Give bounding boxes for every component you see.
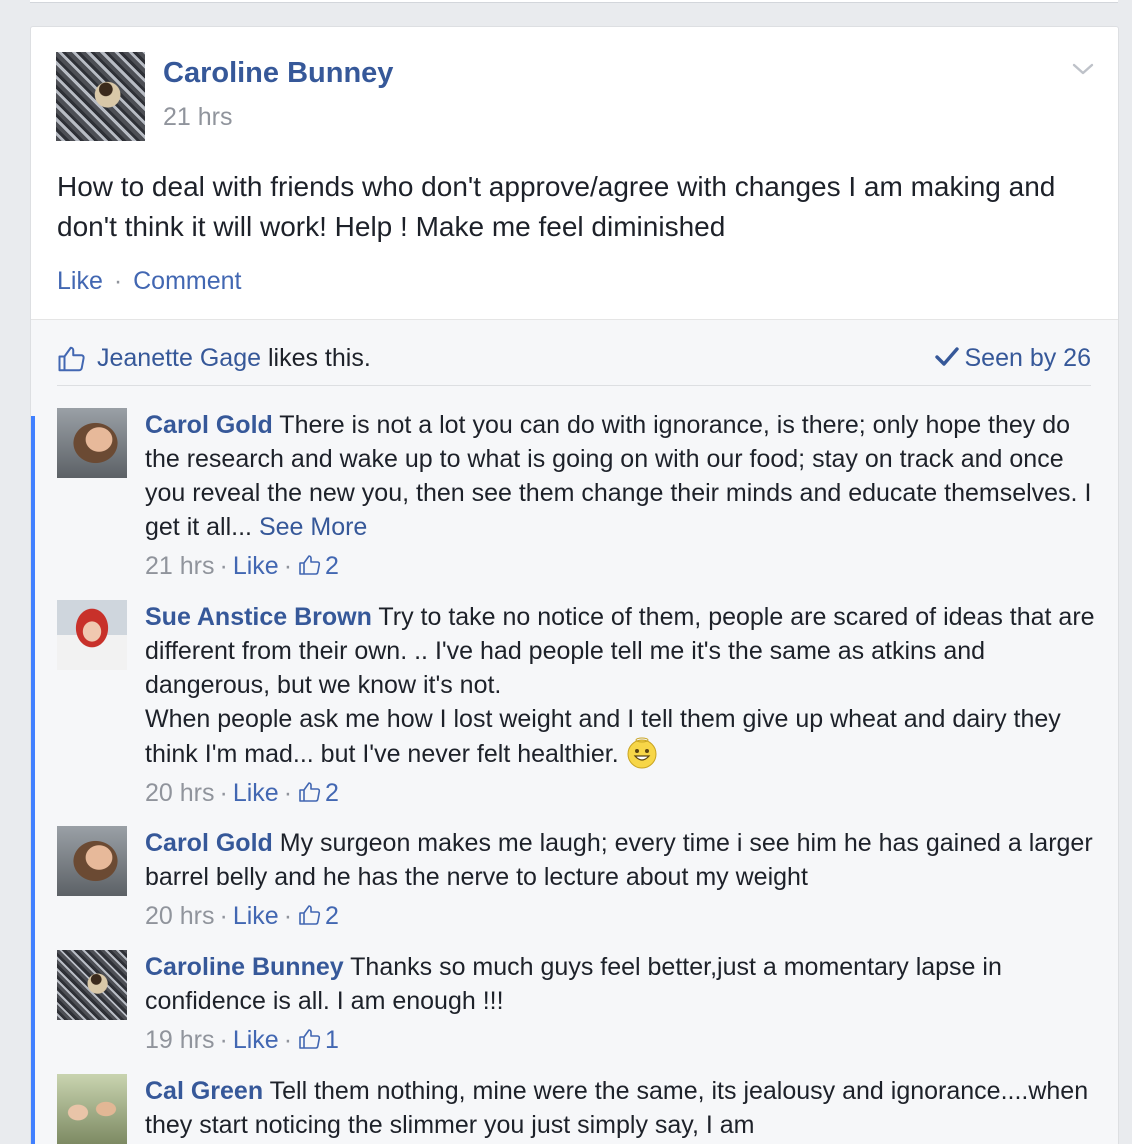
likes-suffix: likes this.: [261, 344, 371, 372]
separator-dot: ·: [283, 1026, 293, 1054]
comment-thread-bar: [31, 416, 35, 1144]
comment-text: My surgeon makes me laugh; every time i …: [145, 829, 1093, 891]
post-timestamp[interactable]: 21 hrs: [163, 103, 232, 132]
likes-text: Jeanette Gage likes this.: [97, 344, 371, 373]
like-count[interactable]: 2: [325, 552, 339, 580]
checkmark-icon: [934, 347, 959, 366]
thumbs-up-icon[interactable]: [297, 1027, 323, 1051]
post-comment-link[interactable]: Comment: [133, 267, 241, 295]
separator-dot: ·: [283, 552, 293, 580]
comment-timestamp[interactable]: 20 hrs: [145, 902, 214, 930]
comment-author[interactable]: Carol Gold: [145, 411, 273, 439]
avatar[interactable]: [57, 600, 127, 670]
grinning-face-icon: [627, 737, 657, 769]
comment-body: Caroline Bunney Thanks so much guys feel…: [145, 950, 1095, 1057]
thumbs-up-icon[interactable]: [297, 780, 323, 804]
avatar[interactable]: [57, 408, 127, 478]
comments-section: Jeanette Gage likes this. Seen by 26 Car…: [31, 319, 1118, 1144]
comment-body: Sue Anstice Brown Try to take no notice …: [145, 600, 1095, 810]
thumbs-up-icon: [58, 346, 85, 372]
comment-timestamp[interactable]: 21 hrs: [145, 552, 214, 580]
like-count[interactable]: 1: [325, 1026, 339, 1054]
post-author[interactable]: Caroline Bunney: [163, 57, 393, 90]
post-like-link[interactable]: Like: [57, 267, 103, 295]
separator-dot: ·: [283, 902, 293, 930]
comment-text: When people ask me how I lost weight and…: [145, 705, 1061, 768]
separator-dot: ·: [219, 1026, 228, 1054]
like-count[interactable]: 2: [325, 779, 339, 807]
avatar[interactable]: [57, 826, 127, 896]
avatar[interactable]: [57, 1074, 127, 1144]
thumbs-up-icon[interactable]: [297, 553, 323, 577]
comment-text: Tell them nothing, mine were the same, i…: [145, 1077, 1089, 1139]
comment-like-link[interactable]: Like: [233, 552, 279, 580]
comment-body: Carol Gold There is not a lot you can do…: [145, 408, 1095, 583]
separator-dot: ·: [283, 779, 293, 807]
post-card: Caroline Bunney 21 hrs How to deal with …: [30, 26, 1119, 1144]
chevron-down-icon[interactable]: [1071, 57, 1095, 81]
comment-body: Cal Green Tell them nothing, mine were t…: [145, 1074, 1095, 1142]
comment-like-link[interactable]: Like: [233, 1026, 279, 1054]
comment-like-link[interactable]: Like: [233, 779, 279, 807]
like-count[interactable]: 2: [325, 902, 339, 930]
comment-like-link[interactable]: Like: [233, 902, 279, 930]
liker-name[interactable]: Jeanette Gage: [97, 344, 261, 372]
comment-author[interactable]: Sue Anstice Brown: [145, 603, 372, 631]
post-actions: Like · Comment: [57, 267, 241, 296]
seen-by-label: Seen by 26: [964, 344, 1092, 372]
separator-dot: ·: [219, 552, 228, 580]
likes-summary: Jeanette Gage likes this. Seen by 26: [57, 338, 1091, 386]
seen-by[interactable]: Seen by 26: [934, 344, 1092, 373]
comment-author[interactable]: Cal Green: [145, 1077, 263, 1105]
comment-meta: 20 hrs · Like · 2: [145, 776, 1095, 810]
comment-body: Carol Gold My surgeon makes me laugh; ev…: [145, 826, 1095, 933]
comment-author[interactable]: Carol Gold: [145, 829, 273, 857]
comment-meta: 19 hrs · Like · 1: [145, 1023, 1095, 1057]
previous-post-edge: [30, 0, 1118, 3]
separator-dot: ·: [219, 902, 228, 930]
thumbs-up-icon[interactable]: [297, 903, 323, 927]
post-text: How to deal with friends who don't appro…: [57, 171, 1056, 242]
separator-dot: ·: [219, 779, 228, 807]
avatar[interactable]: [57, 950, 127, 1020]
comment-timestamp[interactable]: 19 hrs: [145, 1026, 214, 1054]
separator-dot: ·: [113, 267, 123, 295]
comment-meta: 21 hrs · Like · 2: [145, 549, 1095, 583]
see-more-link[interactable]: See More: [259, 513, 367, 541]
comment-timestamp[interactable]: 20 hrs: [145, 779, 214, 807]
author-avatar[interactable]: [56, 52, 145, 141]
comment-meta: 20 hrs · Like · 2: [145, 899, 1095, 933]
comment-author[interactable]: Caroline Bunney: [145, 953, 344, 981]
